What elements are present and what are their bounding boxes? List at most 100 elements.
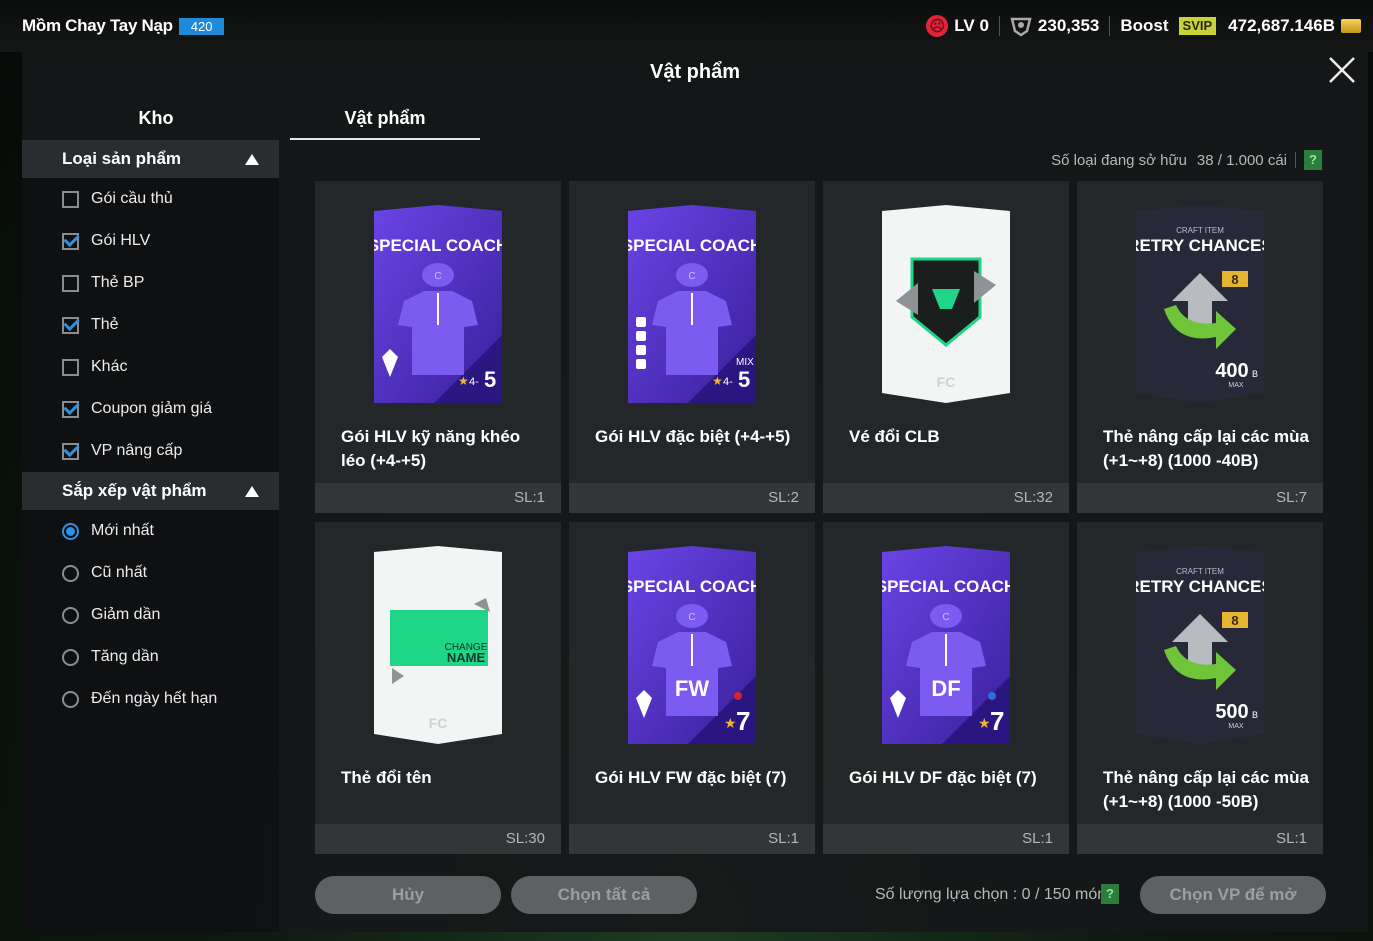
owned-count-bar: Số loại đang sở hữu 38 / 1.000 cái ? (1051, 150, 1322, 170)
position-label: FW (675, 676, 709, 701)
radio-button[interactable] (62, 606, 79, 624)
special-coach-card-icon: SPECIAL COACH C ★ 4- 5 MIX (628, 205, 756, 403)
item-card[interactable]: SPECIAL COACH C ★ 4- 5 Gói HLV kỹ năng k… (315, 181, 561, 513)
sort-group-header[interactable]: Sắp xếp vật phẩm (22, 472, 279, 510)
card-art-title: SPECIAL COACH (628, 236, 756, 255)
boost-label: Boost (1120, 16, 1169, 35)
filter-option[interactable]: Thẻ (22, 304, 279, 346)
item-card[interactable]: FC Vé đổi CLB SL:32 (823, 181, 1069, 513)
sort-option[interactable]: Cũ nhất (22, 552, 279, 594)
filter-sidebar: Loại sản phẩm Gói cầu thủ Gói HLV Thẻ BP Th… (22, 140, 279, 932)
item-quantity: SL:1 (315, 483, 561, 513)
radio-button[interactable] (62, 564, 79, 582)
svg-text:FC: FC (937, 374, 956, 390)
value-label: 500 (1215, 701, 1248, 723)
card-art-title: SPECIAL COACH (628, 577, 756, 596)
tab-vat-pham[interactable]: Vật phẩm (290, 96, 480, 140)
unit-label: B (1252, 369, 1258, 379)
svg-text:★: ★ (712, 374, 723, 388)
filter-option[interactable]: Coupon giảm giá (22, 388, 279, 430)
max-label: MAX (1228, 723, 1244, 730)
collapse-triangle-icon (245, 485, 259, 497)
item-quantity: SL:2 (569, 483, 815, 513)
open-items-button[interactable]: Chọn VP để mở (1140, 876, 1326, 914)
radio-button[interactable] (62, 522, 79, 540)
owned-label: Số loại đang sở hữu (1051, 151, 1187, 169)
checkbox[interactable] (62, 232, 79, 250)
filter-option[interactable]: Gói HLV (22, 220, 279, 262)
help-button[interactable]: ? (1101, 884, 1119, 904)
help-button[interactable]: ? (1304, 150, 1322, 170)
top-bar: Mồm Chay Tay Nạp 420 ☹ LV 0 230,353 Boos… (0, 0, 1373, 52)
tab-kho[interactable]: Kho (22, 96, 290, 140)
item-name: Thẻ đổi tên (341, 768, 432, 787)
filter-option[interactable]: Khác (22, 346, 279, 388)
lv-label: LV 0 (954, 16, 989, 35)
cancel-button[interactable]: Hủy (315, 876, 501, 914)
item-quantity: SL:1 (569, 824, 815, 854)
change-name-card-icon: CHANGE NAME FC (374, 546, 502, 744)
filter-option-label: Gói cầu thủ (91, 190, 173, 207)
rank-value: 7 (736, 706, 750, 736)
checkbox[interactable] (62, 190, 79, 208)
special-coach-card-icon: SPECIAL COACH C ★ 4- 5 (374, 205, 502, 403)
item-card[interactable]: CRAFT ITEM RETRY CHANCES 8 500 B MAX Thẻ… (1077, 522, 1323, 854)
select-all-button[interactable]: Chọn tất cả (511, 876, 697, 914)
craft-label: CRAFT ITEM (1176, 567, 1224, 576)
owned-value: 38 / 1.000 cái (1196, 151, 1287, 169)
name-label: NAME (447, 650, 486, 665)
filter-option[interactable]: VP nâng cấp (22, 430, 279, 472)
level-badge: 420 (178, 17, 225, 35)
item-card[interactable]: SPECIAL COACH C DF ★ 7 Gói HLV DF đặc bi… (823, 522, 1069, 854)
checkbox[interactable] (62, 400, 79, 418)
sort-option-label: Đến ngày hết hạn (91, 690, 218, 707)
checkbox[interactable] (62, 316, 79, 334)
sort-option[interactable]: Tăng dần (22, 636, 279, 678)
mix-badge: MIX (736, 357, 754, 368)
card-art-title: RETRY CHANCES (1136, 577, 1264, 596)
sort-option[interactable]: Đến ngày hết hạn (22, 678, 279, 720)
sort-option-label: Mới nhất (91, 522, 154, 539)
checkbox[interactable] (62, 442, 79, 460)
filter-group-header[interactable]: Loại sản phẩm (22, 140, 279, 178)
svg-text:C: C (688, 612, 695, 623)
sort-option[interactable]: Giảm dần (22, 594, 279, 636)
filter-option-label: VP nâng cấp (91, 442, 183, 459)
item-card[interactable]: SPECIAL COACH C FW ★ 7 Gói HLV FW đặc bi… (569, 522, 815, 854)
coin-icon (1341, 19, 1361, 33)
card-art-title: RETRY CHANCES (1136, 236, 1264, 255)
items-panel: Vật phẩm Kho Vật phẩm Loại sản phẩm Gói … (22, 52, 1368, 932)
level-label: 8 (1231, 272, 1238, 287)
radio-button[interactable] (62, 690, 79, 708)
item-card[interactable]: SPECIAL COACH C ★ 4- 5 MIX Gói HLV đặc b… (569, 181, 815, 513)
rank-prefix: 4- (723, 376, 733, 388)
item-quantity: SL:1 (823, 824, 1069, 854)
position-label: DF (931, 676, 960, 701)
svg-text:★: ★ (724, 715, 737, 731)
close-icon (1329, 57, 1355, 83)
player-name: Mồm Chay Tay Nạp (22, 16, 173, 35)
checkbox[interactable] (62, 274, 79, 292)
item-name: Gói HLV kỹ năng khéo léo (+4-+5) (341, 427, 521, 470)
special-coach-card-icon: SPECIAL COACH C FW ★ 7 (628, 546, 756, 744)
item-name: Gói HLV đặc biệt (+4-+5) (595, 427, 791, 446)
value-label: 400 (1215, 360, 1248, 382)
checkbox[interactable] (62, 358, 79, 376)
sort-option-label: Tăng dần (91, 648, 159, 665)
level-label: 8 (1231, 613, 1238, 628)
item-name: Thẻ nâng cấp lại các mùa (+1~+8) (1000 -… (1103, 427, 1309, 470)
rank-value: 5 (738, 367, 750, 392)
sort-option[interactable]: Mới nhất (22, 510, 279, 552)
filter-option[interactable]: Thẻ BP (22, 262, 279, 304)
filter-option-label: Thẻ BP (91, 274, 145, 291)
sad-face-icon: ☹ (926, 15, 949, 37)
item-card[interactable]: CRAFT ITEM RETRY CHANCES 8 400 B MAX Thẻ… (1077, 181, 1323, 513)
svg-text:★: ★ (458, 374, 469, 388)
svip-badge: SVIP (1178, 17, 1217, 35)
item-card[interactable]: CHANGE NAME FC Thẻ đổi tên SL:30 (315, 522, 561, 854)
svg-text:C: C (688, 271, 695, 282)
item-name: Thẻ nâng cấp lại các mùa (+1~+8) (1000 -… (1103, 768, 1309, 811)
close-button[interactable] (1324, 54, 1360, 90)
filter-option[interactable]: Gói cầu thủ (22, 178, 279, 220)
radio-button[interactable] (62, 648, 79, 666)
